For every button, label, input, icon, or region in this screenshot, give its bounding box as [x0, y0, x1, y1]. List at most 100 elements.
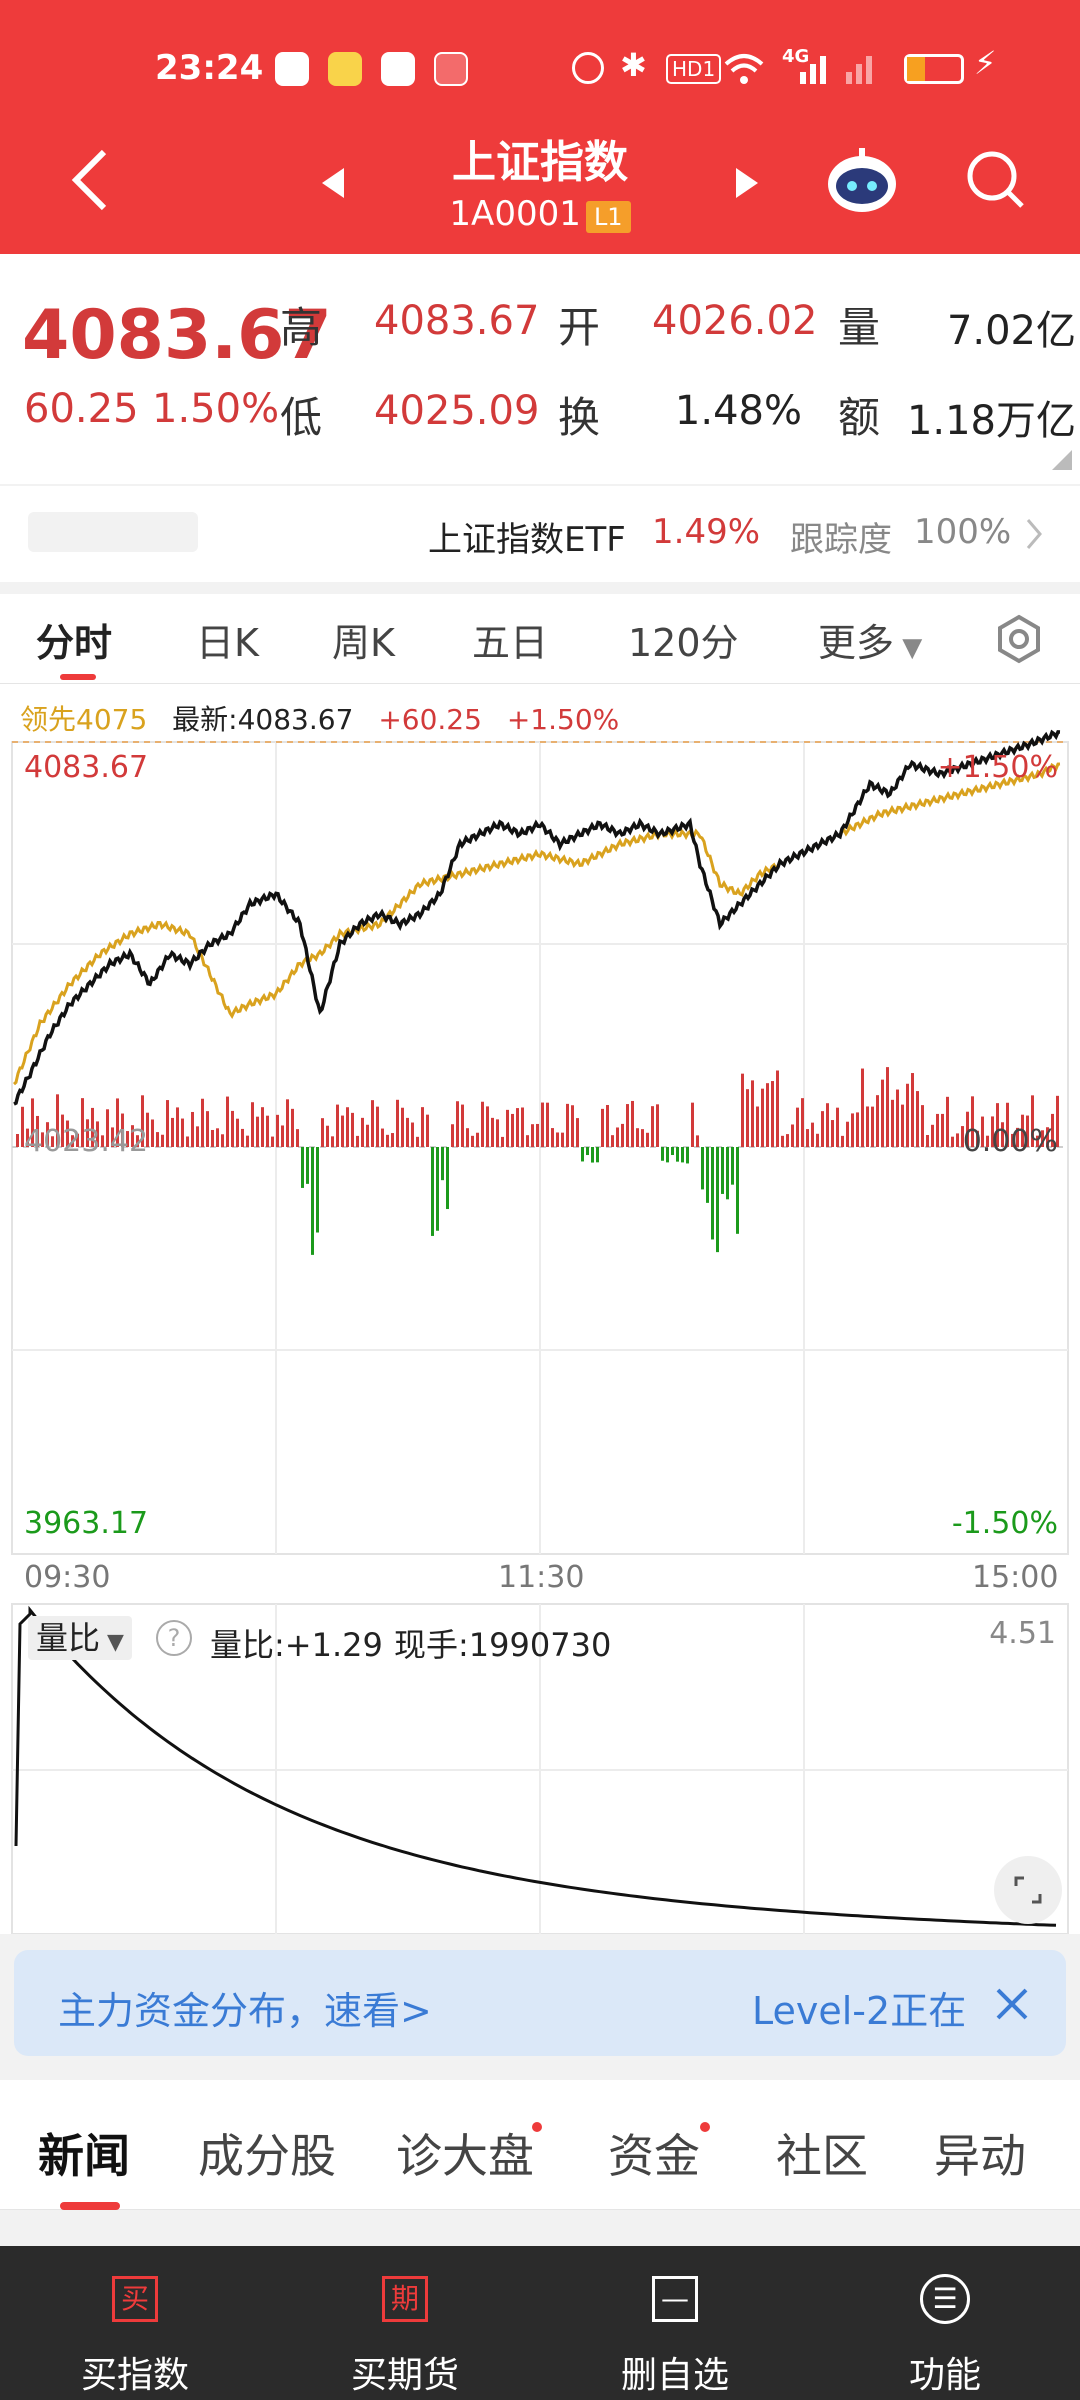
- tab-more[interactable]: 更多 ▼: [818, 612, 922, 667]
- sub-chart-max: 4.51: [989, 1616, 1056, 1651]
- volume-bar: [606, 1104, 609, 1147]
- volume-bar: [341, 1115, 344, 1147]
- volume-bars: [16, 1067, 1059, 1255]
- volume-bar: [486, 1106, 489, 1147]
- volume-bar: [711, 1147, 714, 1240]
- volume-bar: [586, 1147, 589, 1156]
- volume-bar: [771, 1081, 774, 1147]
- notification-dot: [700, 2122, 710, 2132]
- volume-bar: [246, 1135, 249, 1147]
- next-stock-icon[interactable]: [732, 166, 762, 200]
- volume-bar: [446, 1147, 449, 1210]
- hd-badge: HD1: [666, 54, 722, 84]
- tab-diagnosis[interactable]: 诊大盘: [396, 2120, 534, 2186]
- tab-daily-k[interactable]: 日K: [196, 612, 259, 667]
- average-price-line: [12, 762, 1061, 1086]
- volume-bar: [386, 1134, 389, 1147]
- volume-bar: [381, 1128, 384, 1147]
- volume-bar: [781, 1135, 784, 1147]
- high-value: 4083.67: [374, 298, 540, 344]
- menu-icon: ☰: [920, 2274, 970, 2324]
- volume-bar: [171, 1117, 174, 1147]
- active-tab-indicator: [60, 2202, 120, 2210]
- volume-bar: [496, 1119, 499, 1147]
- volume-bar: [581, 1147, 584, 1162]
- tab-news[interactable]: 新闻: [38, 2120, 130, 2186]
- volume-bar: [826, 1103, 829, 1147]
- sub-indicator-selector[interactable]: 量比 ▼: [28, 1616, 132, 1660]
- volume-bar: [161, 1134, 164, 1147]
- volume-bar: [886, 1067, 889, 1147]
- volume-bar: [821, 1111, 824, 1147]
- volume-bar: [466, 1128, 469, 1147]
- tab-community[interactable]: 社区: [776, 2120, 868, 2186]
- nav-buy-futures[interactable]: 期 买期货: [270, 2246, 540, 2400]
- volume-bar: [726, 1147, 729, 1200]
- time-end-label: 15:00: [972, 1560, 1059, 1595]
- nav-label: 买期货: [350, 2355, 459, 2396]
- robot-assistant-icon[interactable]: [822, 140, 902, 220]
- volume-bar: [186, 1136, 189, 1147]
- promo-banner[interactable]: 主力资金分布，速看> Level-2正在: [14, 1950, 1066, 2056]
- tab-components[interactable]: 成分股: [198, 2120, 336, 2186]
- volume-bar: [631, 1100, 634, 1147]
- volume-bar: [156, 1132, 159, 1147]
- tab-funds[interactable]: 资金: [608, 2120, 700, 2186]
- period-tabs: 分时 日K 周K 五日 120分 更多 ▼: [0, 594, 1080, 684]
- caret-down-icon: ▼: [100, 1630, 124, 1655]
- volume-bar: [531, 1124, 534, 1147]
- volume-bar: [261, 1107, 264, 1147]
- volume-bar: [666, 1147, 669, 1163]
- volume-bar: [896, 1089, 899, 1147]
- volume-bar: [696, 1135, 699, 1147]
- volume-bar: [541, 1102, 544, 1147]
- volume-bar: [336, 1104, 339, 1147]
- tab-five-day[interactable]: 五日: [472, 612, 548, 667]
- high-label: 高: [280, 303, 323, 352]
- volume-bar: [426, 1114, 429, 1147]
- wifi-icon: [724, 54, 764, 84]
- etf-row[interactable]: 上证指数ETF 1.49% 跟踪度 100%: [0, 486, 1080, 582]
- tab-120-min[interactable]: 120分: [628, 612, 739, 667]
- tab-weekly-k[interactable]: 周K: [332, 612, 395, 667]
- volume-bar: [191, 1111, 194, 1147]
- chart-area[interactable]: 领先4075 最新:4083.67 +60.25 +1.50% 4083.67 …: [0, 684, 1080, 1934]
- intraday-chart[interactable]: [0, 684, 1080, 1934]
- mid-pct-label: 0.00%: [962, 1124, 1058, 1159]
- volume-bar: [561, 1132, 564, 1147]
- volume-bar: [571, 1105, 574, 1147]
- volume-bar: [616, 1127, 619, 1147]
- tab-anomaly[interactable]: 异动: [934, 2120, 1026, 2186]
- volume-bar: [211, 1129, 214, 1147]
- volume-bar: [406, 1117, 409, 1147]
- volume-bar: [351, 1112, 354, 1147]
- volume-bar: [576, 1118, 579, 1147]
- back-icon[interactable]: [70, 148, 110, 212]
- nav-remove-watchlist[interactable]: — 删自选: [540, 2246, 810, 2400]
- volume-bar: [256, 1116, 259, 1147]
- nav-functions[interactable]: ☰ 功能: [810, 2246, 1080, 2400]
- volume-ratio-value: 量比:+1.29: [210, 1626, 383, 1664]
- search-icon[interactable]: [964, 148, 1028, 212]
- volume-bar: [636, 1128, 639, 1147]
- volume-bar: [16, 1133, 19, 1147]
- settings-icon[interactable]: [994, 614, 1044, 664]
- expand-corner-icon[interactable]: [1052, 450, 1072, 470]
- volume-bar: [881, 1079, 884, 1147]
- notification-dot: [532, 2122, 542, 2132]
- tab-intraday[interactable]: 分时: [36, 612, 112, 667]
- nav-buy-index[interactable]: 买 买指数: [0, 2246, 270, 2400]
- volume-bar: [656, 1104, 659, 1147]
- volume-bar: [311, 1147, 314, 1255]
- volume-bar: [856, 1112, 859, 1147]
- help-icon[interactable]: ?: [156, 1620, 192, 1656]
- volume-bar: [851, 1113, 854, 1147]
- volume-bar: [841, 1135, 844, 1147]
- stock-code: 1A0001: [449, 194, 581, 234]
- volume-bar: [411, 1122, 414, 1147]
- close-icon[interactable]: [994, 1986, 1030, 2022]
- volume-bar: [861, 1068, 864, 1147]
- volume-bar: [731, 1147, 734, 1185]
- volume-bar: [236, 1118, 239, 1147]
- fullscreen-button[interactable]: [994, 1856, 1062, 1924]
